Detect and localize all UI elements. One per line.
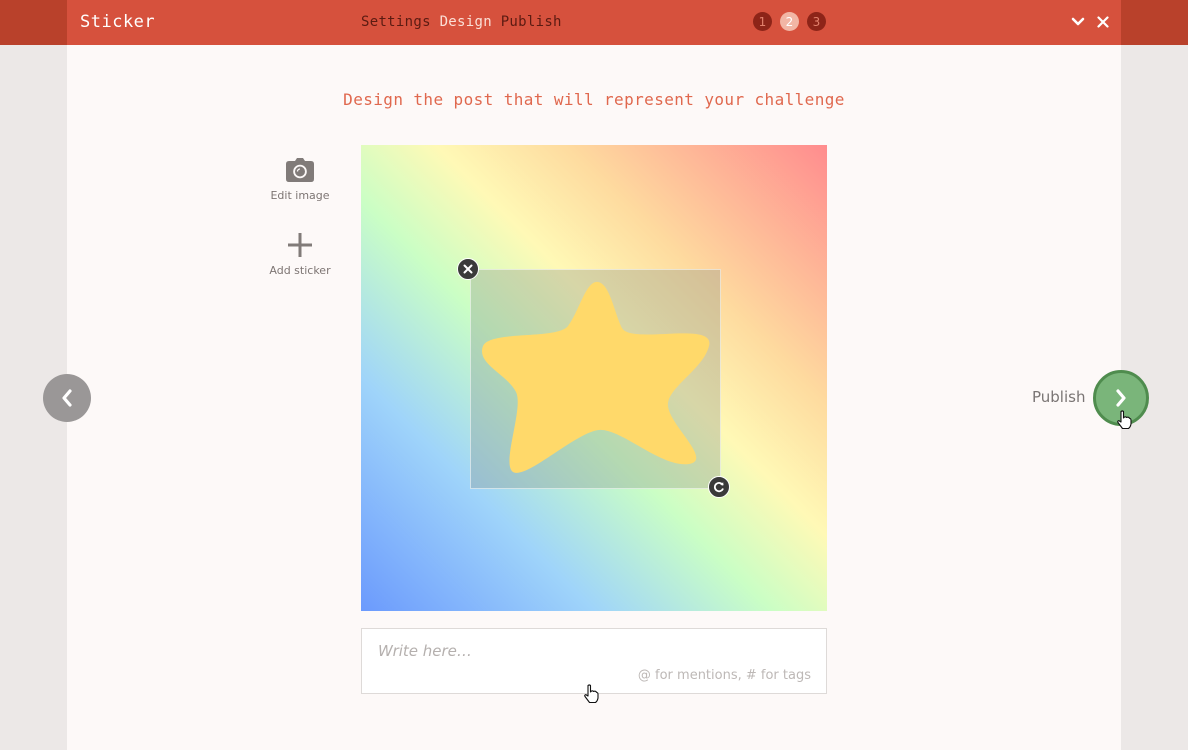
step-label-settings[interactable]: Settings [361,14,431,30]
top-bar: Sticker Settings Design Publish 1 2 3 [0,0,1188,45]
close-button[interactable] [1092,11,1114,33]
close-icon [1097,16,1109,28]
sticker-selection[interactable] [470,269,721,489]
add-sticker-label: Add sticker [269,264,331,277]
caption-hint: @ for mentions, # for tags [637,668,811,683]
post-canvas[interactable] [361,145,827,611]
step-indicator: 1 2 3 [753,12,826,31]
page-heading: Design the post that will represent your… [343,90,845,109]
edit-image-button[interactable]: Edit image [260,157,340,202]
hand-cursor-icon [584,684,599,704]
step-label-design[interactable]: Design [440,14,492,30]
edit-image-label: Edit image [270,189,330,202]
collapse-button[interactable] [1067,11,1089,33]
step-labels: Settings Design Publish [361,0,562,44]
chevron-left-icon [62,389,72,407]
step-dot-2[interactable]: 2 [780,12,799,31]
step-dot-3[interactable]: 3 [807,12,826,31]
header: Sticker Settings Design Publish 1 2 3 [67,0,1121,45]
plus-icon [288,233,312,257]
hand-cursor-icon [1117,410,1132,430]
caption-input[interactable] [376,639,810,663]
next-step-label[interactable]: Publish [1032,388,1085,406]
camera-icon [286,158,314,182]
step-dot-1[interactable]: 1 [753,12,772,31]
step-label-publish[interactable]: Publish [501,14,562,30]
app-title: Sticker [80,12,156,32]
add-sticker-button[interactable]: Add sticker [260,232,340,277]
close-icon [463,264,473,274]
chevron-down-icon [1071,17,1085,26]
chevron-right-icon [1116,389,1126,407]
remove-sticker-button[interactable] [457,258,479,280]
rotate-icon [713,482,724,493]
back-button[interactable] [43,374,91,422]
rotate-sticker-handle[interactable] [708,476,730,498]
star-sticker[interactable] [471,270,720,488]
